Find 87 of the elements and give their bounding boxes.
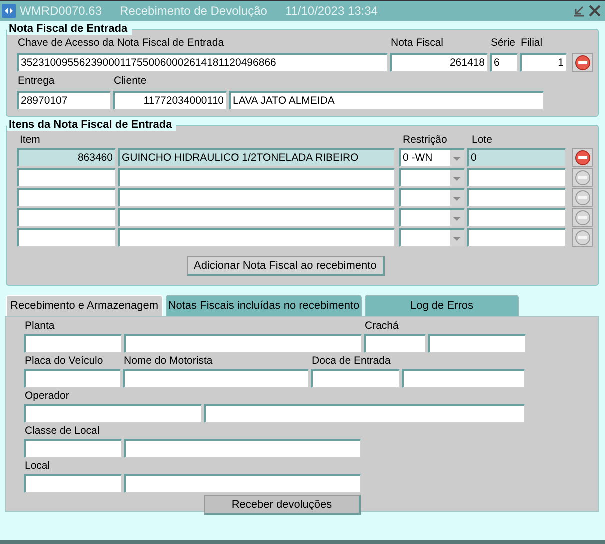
input-field[interactable] <box>118 168 395 187</box>
remove-icon <box>574 170 590 186</box>
dropdown-field[interactable] <box>399 168 465 187</box>
add-button[interactable]: Adicionar Nota Fiscal ao recebimento <box>187 256 385 276</box>
field-label: Classe de Local <box>24 424 101 438</box>
input-field[interactable]: 0 <box>467 148 566 167</box>
input-field[interactable] <box>123 369 309 388</box>
remove-icon <box>574 54 590 70</box>
remove-icon <box>574 190 590 206</box>
remove-icon <box>574 210 590 226</box>
close-icon <box>589 5 601 17</box>
input-field[interactable] <box>24 334 122 353</box>
input-field[interactable] <box>24 369 121 388</box>
input-field[interactable] <box>204 404 525 423</box>
input-field[interactable] <box>17 208 116 227</box>
minimize-button[interactable] <box>571 5 587 17</box>
field-label: Nome do Motorista <box>123 354 214 368</box>
input-field[interactable] <box>24 474 122 493</box>
field-label: Placa do Veículo <box>24 354 104 368</box>
column-header: Restrição <box>402 133 448 147</box>
close-button[interactable] <box>587 5 603 17</box>
dropdown-field[interactable] <box>399 208 465 227</box>
remove-button[interactable] <box>572 53 593 72</box>
field-label: Entrega <box>17 74 56 88</box>
field-label: Operador <box>24 389 70 403</box>
field-label: Planta <box>24 319 56 333</box>
input-field[interactable] <box>118 228 395 247</box>
tab[interactable]: Log de Erros <box>365 295 519 316</box>
dropdown-field[interactable] <box>399 188 465 207</box>
dropdown-field[interactable] <box>399 228 465 247</box>
input-field[interactable] <box>402 369 525 388</box>
window-timestamp: 11/10/2023 13:34 <box>285 4 378 18</box>
group-title: Itens da Nota Fiscal de Entrada <box>7 119 176 131</box>
input-field[interactable]: 11772034000110 <box>113 91 227 110</box>
input-field[interactable]: 863460 <box>17 148 116 167</box>
input-field[interactable] <box>467 208 566 227</box>
table-row[interactable]: 863460 GUINCHO HIDRAULICO 1/2TONELADA RIBEIRO 0 -WN 0 <box>17 148 598 167</box>
app-icon <box>2 4 16 18</box>
input-field[interactable]: 261418 <box>390 53 488 72</box>
input-field[interactable]: 1 <box>520 53 567 72</box>
input-field[interactable] <box>124 474 361 493</box>
remove-icon <box>574 150 590 166</box>
field-label: Filial <box>520 36 544 50</box>
input-field[interactable] <box>24 404 202 423</box>
remove-button[interactable] <box>572 148 593 167</box>
input-field[interactable] <box>467 168 566 187</box>
dropdown-arrow-icon <box>450 230 464 246</box>
input-field[interactable]: 6 <box>490 53 518 72</box>
dropdown-arrow-icon <box>450 150 464 166</box>
input-field[interactable] <box>17 188 116 207</box>
field-label: Crachá <box>364 319 400 333</box>
field-label: Nota Fiscal <box>390 36 445 50</box>
input-field[interactable] <box>428 334 526 353</box>
input-field[interactable] <box>364 334 426 353</box>
group-title: Nota Fiscal de Entrada <box>7 23 132 35</box>
input-field[interactable] <box>118 188 395 207</box>
input-field[interactable]: LAVA JATO ALMEIDA <box>229 91 544 110</box>
tab[interactable]: Recebimento e Armazenagem <box>6 295 163 316</box>
column-header: Lote <box>471 133 494 147</box>
field-label: Local <box>24 459 52 473</box>
field-label: Doca de Entrada <box>311 354 392 368</box>
input-field[interactable] <box>124 439 361 458</box>
column-header: Item <box>19 133 42 147</box>
field-label: Série <box>490 36 517 50</box>
input-field[interactable] <box>17 168 116 187</box>
input-field[interactable] <box>467 188 566 207</box>
input-field[interactable]: 28970107 <box>17 91 111 110</box>
dropdown-field[interactable]: 0 -WN <box>399 148 465 167</box>
dropdown-arrow-icon <box>450 190 464 206</box>
window-title: WMRD0070.63 <box>20 4 102 18</box>
field-label: Cliente <box>113 74 148 88</box>
tab[interactable]: Notas Fiscais incluídas no recebimento <box>166 295 362 316</box>
input-field[interactable] <box>17 228 116 247</box>
receive-button[interactable]: Receber devoluções <box>204 495 361 515</box>
input-field[interactable] <box>124 334 362 353</box>
input-field[interactable] <box>118 208 395 227</box>
window-subtitle: Recebimento de Devolução <box>120 4 268 18</box>
input-field[interactable] <box>24 439 122 458</box>
input-field[interactable]: 35231009556239000117550060002614181120496866 <box>17 53 388 72</box>
minimize-icon <box>573 5 585 17</box>
dropdown-arrow-icon <box>450 170 464 186</box>
input-field[interactable] <box>467 228 566 247</box>
remove-icon <box>574 230 590 246</box>
input-field[interactable] <box>311 369 400 388</box>
input-field[interactable]: GUINCHO HIDRAULICO 1/2TONELADA RIBEIRO <box>118 148 395 167</box>
dropdown-arrow-icon <box>450 210 464 226</box>
field-label: Chave de Acesso da Nota Fiscal de Entrada <box>17 36 226 50</box>
